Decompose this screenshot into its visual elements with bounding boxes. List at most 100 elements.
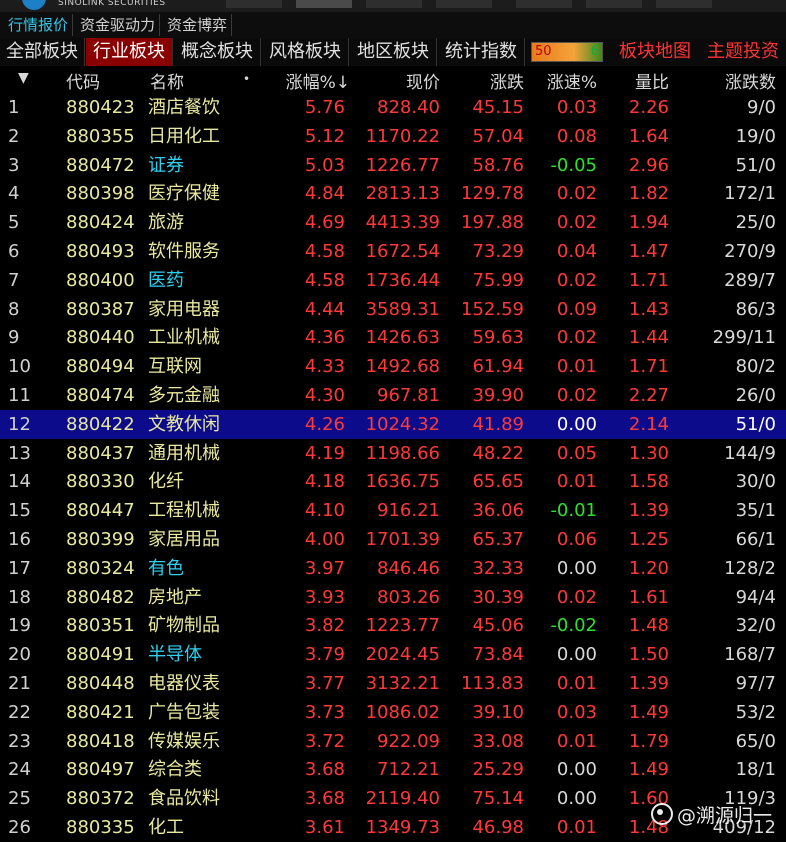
tab-quote[interactable]: 行情报价 — [4, 14, 74, 36]
table-row[interactable]: 4 880398 医疗保健 4.84 2813.13 129.78 0.02 1.82 172/… — [0, 179, 786, 208]
up-down-count: 80/2 — [735, 356, 776, 378]
table-row[interactable]: 22 880421 广告包装 3.73 1086.02 39.10 0.03 1.49 53/2 — [0, 698, 786, 727]
top-tab-7[interactable] — [656, 0, 712, 8]
tab-capital-game[interactable]: 资金博弈 — [163, 14, 233, 36]
table-row[interactable]: 24 880497 综合类 3.68 712.21 25.29 0.00 1.49 18/1 — [0, 755, 786, 784]
sector-code: 880372 — [66, 788, 135, 810]
tab-style-sectors[interactable]: 风格板块 — [262, 38, 349, 66]
tab-all-sectors[interactable]: 全部板块 — [0, 38, 85, 66]
change: 30.39 — [472, 586, 524, 608]
row-index: 13 — [8, 442, 31, 464]
table-row[interactable]: 12 880422 文教休闲 4.26 1024.32 41.89 0.00 2.14 51/0 — [0, 409, 786, 439]
change-pct: 3.93 — [304, 586, 345, 608]
top-tab-4[interactable] — [436, 0, 492, 8]
speed-pct: 0.03 — [556, 97, 597, 118]
table-row[interactable]: 18 880482 房地产 3.93 803.26 30.39 0.02 1.61 94/4 — [0, 583, 786, 612]
header-change-pct[interactable]: 涨幅%↓ — [286, 68, 350, 93]
speed-pct: 0.00 — [556, 788, 597, 810]
table-row[interactable]: 14 880330 化纤 4.18 1636.75 65.65 0.01 1.58 30/0 — [0, 467, 786, 496]
tab-industry-sectors[interactable]: 行业板块 — [86, 38, 173, 66]
row-index: 21 — [8, 673, 31, 694]
volume-ratio: 1.82 — [628, 183, 669, 205]
table-row[interactable]: 13 880437 通用机械 4.19 1198.66 48.22 0.05 1.30 144/… — [0, 439, 786, 468]
change-pct: 4.44 — [304, 298, 345, 320]
table-row[interactable]: 19 880351 矿物制品 3.82 1223.77 45.06 -0.02 1.48 32/… — [0, 611, 786, 640]
header-up-down-count[interactable]: 涨跌数 — [725, 68, 776, 93]
top-tab-2[interactable] — [296, 0, 352, 8]
top-tab-6[interactable] — [586, 0, 642, 8]
table-row[interactable]: 10 880494 互联网 4.33 1492.68 61.94 0.01 1.71 80/2 — [0, 352, 786, 381]
sort-menu-icon[interactable]: ▼ — [18, 70, 29, 86]
sector-map-link[interactable]: 板块地图 — [612, 38, 698, 66]
row-index: 10 — [8, 356, 31, 378]
change: 48.22 — [472, 442, 524, 464]
sector-name: 综合类 — [148, 759, 202, 781]
table-row[interactable]: 16 880399 家居用品 4.00 1701.39 65.37 0.06 1.25 66/1 — [0, 525, 786, 554]
tab-concept-sectors[interactable]: 概念板块 — [174, 38, 261, 66]
volume-ratio: 1.71 — [628, 269, 669, 291]
sector-name: 化纤 — [148, 471, 184, 493]
sector-code: 880472 — [66, 154, 135, 176]
speed-pct: -0.01 — [550, 500, 597, 522]
table-row[interactable]: 23 880418 传媒娱乐 3.72 922.09 33.08 0.01 1.79 65/0 — [0, 727, 786, 756]
up-down-count: 25/0 — [735, 212, 776, 234]
header-code[interactable]: 代码 — [66, 68, 100, 93]
volume-ratio: 1.39 — [628, 500, 669, 522]
change: 58.76 — [472, 154, 524, 176]
header-name[interactable]: 名称 — [150, 68, 184, 93]
table-row[interactable]: 11 880474 多元金融 4.30 967.81 39.90 0.02 2.27 26/0 — [0, 381, 786, 410]
table-row[interactable]: 17 880324 有色 3.97 846.46 32.33 0.00 1.20 128/2 — [0, 554, 786, 583]
price: 803.26 — [377, 586, 440, 608]
up-down-count: 172/1 — [724, 183, 776, 205]
row-index: 24 — [8, 759, 31, 781]
speed-pct: 0.01 — [556, 673, 597, 694]
table-row[interactable]: 3 880472 证券 5.03 1226.77 58.76 -0.05 2.96 51/0 — [0, 151, 786, 180]
theme-invest-link[interactable]: 主题投资 — [700, 38, 786, 66]
price: 1170.22 — [365, 125, 440, 147]
table-row[interactable]: 8 880387 家用电器 4.44 3589.31 152.59 0.09 1.43 86/3 — [0, 295, 786, 324]
up-down-count: 86/3 — [735, 298, 776, 320]
tab-capital-drive[interactable]: 资金驱动力 — [76, 14, 161, 36]
up-down-count: 289/7 — [724, 269, 776, 291]
up-down-count: 53/2 — [735, 701, 776, 723]
table-row[interactable]: 5 880424 旅游 4.69 4413.39 197.88 0.02 1.94 25/0 — [0, 208, 786, 237]
change: 75.14 — [472, 788, 524, 810]
speed-pct: 0.08 — [556, 125, 597, 147]
top-header-strip: SINOLINK SECURITIES — [0, 0, 786, 12]
table-row[interactable]: 7 880400 医药 4.58 1736.44 75.99 0.02 1.71 289/7 — [0, 266, 786, 295]
table-header: ▼ 代码 名称 • 涨幅%↓ 现价 涨跌 涨速% 量比 涨跌数 — [0, 66, 786, 93]
top-tab-5[interactable] — [516, 0, 572, 8]
change-pct: 3.72 — [304, 730, 345, 752]
change-pct: 4.30 — [304, 385, 345, 406]
table-row[interactable]: 9 880440 工业机械 4.36 1426.63 59.63 0.02 1.44 299/1… — [0, 323, 786, 352]
sector-code: 880324 — [66, 557, 135, 579]
table-row[interactable]: 21 880448 电器仪表 3.77 3132.21 113.83 0.01 1.39 97/… — [0, 669, 786, 698]
sector-name: 文教休闲 — [148, 413, 220, 435]
table-row[interactable]: 20 880491 半导体 3.79 2024.45 73.84 0.00 1.50 168/7 — [0, 640, 786, 669]
header-speed[interactable]: 涨速% — [547, 68, 597, 93]
header-price[interactable]: 现价 — [406, 68, 440, 93]
sector-name: 矿物制品 — [148, 615, 220, 637]
top-tab-3[interactable] — [366, 0, 422, 8]
broker-logo-icon — [22, 0, 46, 10]
table-row[interactable]: 6 880493 软件服务 4.58 1672.54 73.29 0.04 1.47 270/9 — [0, 237, 786, 266]
speed-pct: 0.00 — [556, 413, 597, 435]
row-index: 6 — [8, 241, 20, 262]
tab-region-sectors[interactable]: 地区板块 — [350, 38, 437, 66]
table-row[interactable]: 15 880447 工程机械 4.10 916.21 36.06 -0.01 1.39 35/1 — [0, 496, 786, 525]
table-row[interactable]: 1 880423 酒店餐饮 5.76 828.40 45.15 0.03 2.26 9/0 — [0, 93, 786, 122]
sector-name: 日用化工 — [148, 125, 220, 147]
tab-stat-index[interactable]: 统计指数 — [438, 38, 525, 66]
change-pct: 4.58 — [304, 269, 345, 291]
change: 45.06 — [472, 615, 524, 637]
table-row[interactable]: 2 880355 日用化工 5.12 1170.22 57.04 0.08 1.64 19/0 — [0, 122, 786, 151]
sector-name: 酒店餐饮 — [148, 97, 220, 118]
row-index: 14 — [8, 471, 31, 493]
sector-code: 880491 — [66, 644, 135, 666]
top-tab-1[interactable] — [226, 0, 282, 8]
change-pct: 4.33 — [304, 356, 345, 378]
change-pct: 3.97 — [304, 557, 345, 579]
row-index: 4 — [8, 183, 20, 205]
header-volume-ratio[interactable]: 量比 — [635, 68, 669, 93]
header-change[interactable]: 涨跌 — [490, 68, 524, 93]
